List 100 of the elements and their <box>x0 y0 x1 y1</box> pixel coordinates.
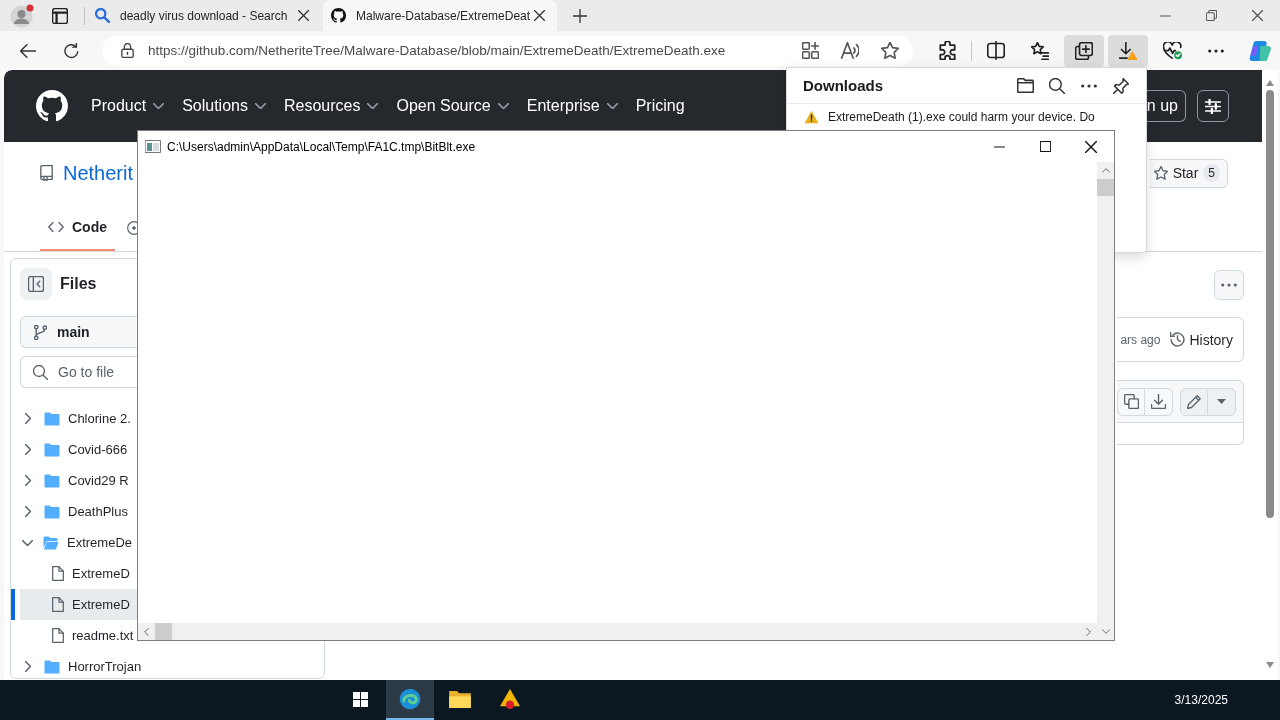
sidebar-panel-icon <box>28 276 44 292</box>
commit-time: ars ago <box>1120 332 1161 347</box>
caret-down-icon <box>1217 399 1226 404</box>
triangle-app-icon <box>500 689 520 709</box>
url-text: https://github.com/NetheriteTree/Malware-Database/blob/main/ExtremeDeath/ExtremeDeath.exe <box>148 43 726 58</box>
chevron-up-icon <box>1101 168 1110 173</box>
app-logo-icon <box>1249 40 1271 61</box>
nav-link[interactable]: Pricing <box>635 97 685 115</box>
folder-icon <box>44 473 60 488</box>
nav-link[interactable]: Solutions <box>182 97 266 115</box>
file-icon <box>52 597 64 612</box>
split-screen-icon <box>987 41 1005 60</box>
file-icon <box>52 566 64 581</box>
window-title: C:\Users\admin\AppData\Local\Temp\FA1C.tmp\BitBlt.exe <box>167 139 476 154</box>
avatar-icon[interactable] <box>10 3 34 28</box>
heart-pulse-icon <box>1162 41 1182 60</box>
puzzle-icon <box>938 41 956 60</box>
branch-button[interactable]: main <box>20 316 137 348</box>
nav-link[interactable]: Resources <box>283 97 379 115</box>
edit-options-button[interactable] <box>1208 387 1236 416</box>
chevron-down-icon <box>497 103 509 109</box>
browser-tab[interactable]: deadly virus download - Search <box>87 0 321 31</box>
more-icon <box>1221 283 1237 287</box>
nav-link[interactable]: Enterprise <box>526 97 618 115</box>
read-aloud-icon[interactable] <box>841 42 859 59</box>
folder-icon <box>44 659 60 674</box>
scroll-down-icon[interactable] <box>1266 662 1274 668</box>
github-logo-icon <box>331 8 346 23</box>
panel-title: Files <box>60 275 97 293</box>
download-button[interactable] <box>1145 387 1173 416</box>
scroll-up-icon[interactable] <box>1266 80 1274 86</box>
tree-item[interactable]: HorrorTrojan <box>11 651 146 678</box>
close-icon[interactable] <box>298 10 309 21</box>
scrollbar-thumb[interactable] <box>1097 179 1114 196</box>
tree-item[interactable]: Covid29 R <box>11 465 137 496</box>
tree-item[interactable]: DeathPlus <box>11 496 137 527</box>
search-icon <box>33 364 48 380</box>
window-app-icon <box>145 140 161 153</box>
folder-icon <box>43 535 59 550</box>
repo-tab[interactable]: Code <box>40 205 115 251</box>
branch-icon <box>34 324 47 340</box>
tree-item[interactable]: ExtremeD <box>11 589 137 620</box>
chevron-down-icon <box>153 103 165 109</box>
tree-item[interactable]: ExtremeD <box>11 558 137 589</box>
folder-icon <box>44 442 60 457</box>
collections-button[interactable] <box>1064 34 1104 67</box>
clock-date: 3/13/2025 <box>1174 693 1228 707</box>
repo-name-link[interactable]: Netherit <box>63 161 134 185</box>
star-count: 5 <box>1203 164 1220 182</box>
file-icon <box>52 628 64 643</box>
sliders-icon <box>1205 98 1221 114</box>
collections-icon <box>1075 41 1093 60</box>
star-icon[interactable] <box>881 42 899 59</box>
address-field[interactable]: https://github.com/NetheriteTree/Malware-Database/blob/main/ExtremeDeath/ExtremeDeath.exe <box>102 35 913 66</box>
repo-icon <box>40 165 53 181</box>
github-logo-icon[interactable] <box>36 90 68 122</box>
maximize-icon <box>1039 141 1051 152</box>
sliders-button[interactable] <box>1197 90 1229 122</box>
copy-button[interactable] <box>1117 387 1145 416</box>
chevron-down-icon <box>1101 629 1110 634</box>
warning-icon <box>804 110 819 124</box>
minimize-icon <box>1159 14 1171 17</box>
close-icon <box>1251 10 1263 21</box>
go-to-file-field[interactable]: Go to file <box>20 356 137 388</box>
back-arrow-icon <box>20 43 36 58</box>
edit-button[interactable] <box>1180 387 1208 416</box>
more-icon <box>1081 83 1097 88</box>
folder-icon <box>449 690 471 708</box>
tree-item[interactable]: Chlorine 2. <box>11 403 137 434</box>
downloads-button[interactable] <box>1108 34 1148 67</box>
browser-icon <box>399 688 421 710</box>
tree-item[interactable]: ExtremeDe <box>11 527 137 558</box>
windows-logo-icon <box>352 691 368 707</box>
collapse-panel-button[interactable] <box>20 268 52 300</box>
code-icon <box>48 222 64 232</box>
star-button[interactable]: Star 5 <box>1149 158 1228 188</box>
chevron-down-icon <box>367 103 379 109</box>
close-icon[interactable] <box>534 10 545 21</box>
chevron-right-icon <box>1086 627 1091 636</box>
star-list-icon <box>1031 41 1049 60</box>
tab-actions-icon[interactable] <box>52 7 68 24</box>
tree-item[interactable]: Covid-666 <box>11 434 137 465</box>
history-button[interactable]: History <box>1168 325 1235 354</box>
pin-icon <box>1113 77 1129 94</box>
restore-icon <box>1205 10 1217 21</box>
folder-icon <box>44 504 60 519</box>
scrollbar-thumb[interactable] <box>155 623 172 640</box>
new-tab-icon[interactable] <box>573 8 587 23</box>
scrollbar-thumb[interactable] <box>1266 90 1274 518</box>
star-icon <box>1153 166 1168 180</box>
folder-icon <box>1016 78 1034 93</box>
tree-item[interactable]: readme.txt <box>11 620 138 651</box>
app-add-icon[interactable] <box>802 42 819 59</box>
browser-button[interactable] <box>386 680 434 720</box>
nav-link[interactable]: Product <box>91 97 165 115</box>
nav-link[interactable]: Open Source <box>396 97 509 115</box>
refresh-icon <box>63 42 79 59</box>
browser-tab[interactable]: Malware-Database/ExtremeDeat <box>323 0 557 31</box>
panel-title: Downloads <box>803 77 883 94</box>
copy-icon <box>1123 394 1139 409</box>
